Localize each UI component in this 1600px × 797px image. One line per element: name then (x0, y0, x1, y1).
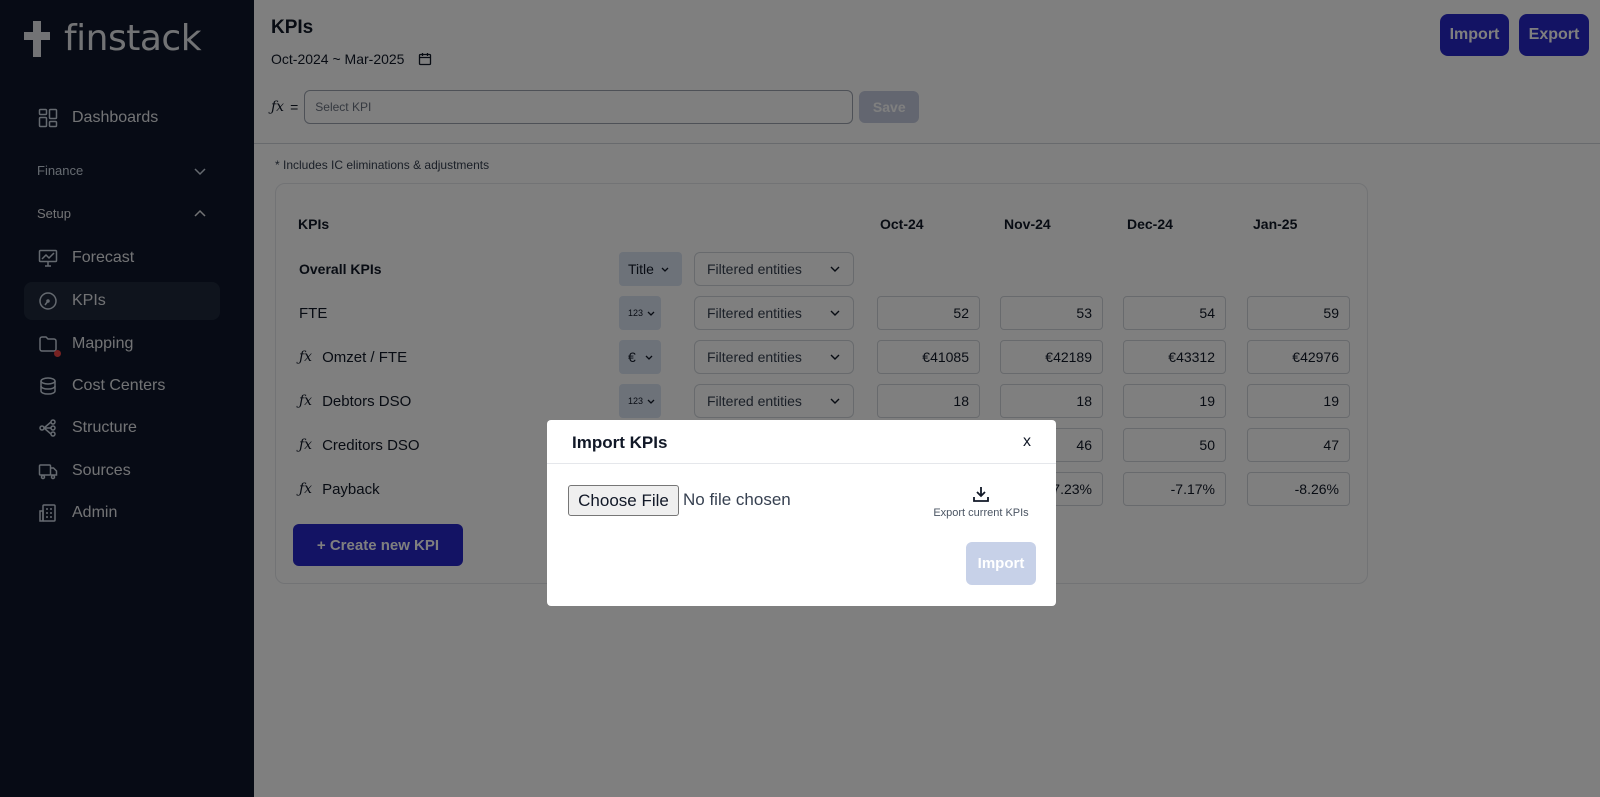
import-kpis-modal: Import KPIs x Choose File No file chosen… (547, 420, 1056, 606)
modal-title: Import KPIs (572, 433, 668, 452)
choose-file-button[interactable]: Choose File (568, 485, 679, 516)
file-status: No file chosen (683, 490, 791, 509)
modal-import-button[interactable]: Import (966, 542, 1036, 585)
modal-backdrop[interactable] (0, 0, 1600, 797)
divider (547, 463, 1056, 464)
export-current-kpis-link[interactable]: Export current KPIs (926, 485, 1036, 519)
download-icon (973, 487, 989, 502)
export-current-label: Export current KPIs (933, 507, 1029, 519)
close-button[interactable]: x (1023, 433, 1031, 451)
